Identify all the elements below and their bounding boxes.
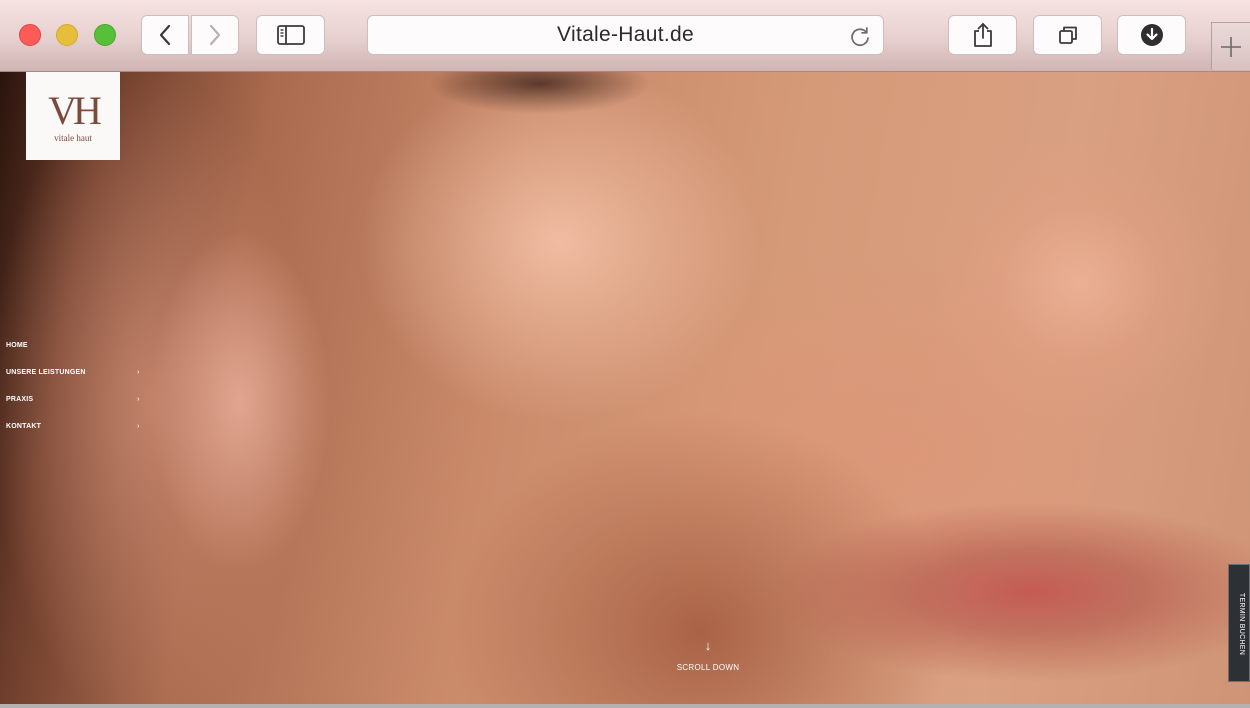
nav-item-home[interactable]: HOME [6,342,146,369]
chevron-right-icon: › [137,423,140,430]
plus-icon [1221,36,1241,57]
minimize-window-button[interactable] [56,24,78,46]
chevron-right-icon: › [137,396,140,403]
new-tab-button[interactable] [1211,22,1250,70]
chevron-right-icon [209,24,221,46]
download-icon [1140,24,1163,46]
close-window-button[interactable] [19,24,41,46]
reload-icon[interactable] [849,25,871,47]
nav-item-praxis[interactable]: PRAXIS › [6,396,146,423]
chevron-right-icon: › [137,369,140,376]
nav-item-label: PRAXIS [6,396,34,403]
arrow-down-icon: ↓ [704,638,712,653]
sidebar-toggle-button[interactable] [256,15,325,55]
address-text: Vitale-Haut.de [557,23,694,46]
main-navigation: HOME UNSERE LEISTUNGEN › PRAXIS › KONTAK… [6,342,146,450]
downloads-button[interactable] [1117,15,1186,55]
sidebar-icon [276,25,305,45]
logo-mark: VH [48,88,102,133]
book-appointment-button[interactable]: TERMIN BUCHEN [1228,564,1250,682]
nav-item-label: HOME [6,342,28,349]
scroll-down-label: SCROLL DOWN [676,663,740,672]
share-icon [973,23,992,47]
forward-button[interactable] [191,15,239,55]
tabs-overview-button[interactable] [1033,15,1102,55]
address-bar[interactable]: Vitale-Haut.de [367,15,884,55]
book-appointment-label: TERMIN BUCHEN [1238,592,1245,656]
logo-subtitle: vitale haut [54,133,92,143]
nav-item-label: KONTAKT [6,423,42,430]
window-bottom-edge [0,704,1250,708]
nav-item-kontakt[interactable]: KONTAKT › [6,423,146,450]
hero-section: VH vitale haut HOME UNSERE LEISTUNGEN › … [0,72,1250,704]
back-button[interactable] [141,15,189,55]
share-button[interactable] [948,15,1017,55]
zoom-window-button[interactable] [94,24,116,46]
scroll-down-link[interactable]: ↓ SCROLL DOWN [658,638,758,673]
browser-toolbar: Vitale-Haut.de [0,0,1250,72]
nav-item-label: UNSERE LEISTUNGEN [6,369,86,376]
nav-item-unsere-leistungen[interactable]: UNSERE LEISTUNGEN › [6,369,146,396]
site-logo[interactable]: VH vitale haut [26,72,120,160]
chevron-left-icon [159,24,171,46]
tabs-overview-icon [1058,26,1077,44]
